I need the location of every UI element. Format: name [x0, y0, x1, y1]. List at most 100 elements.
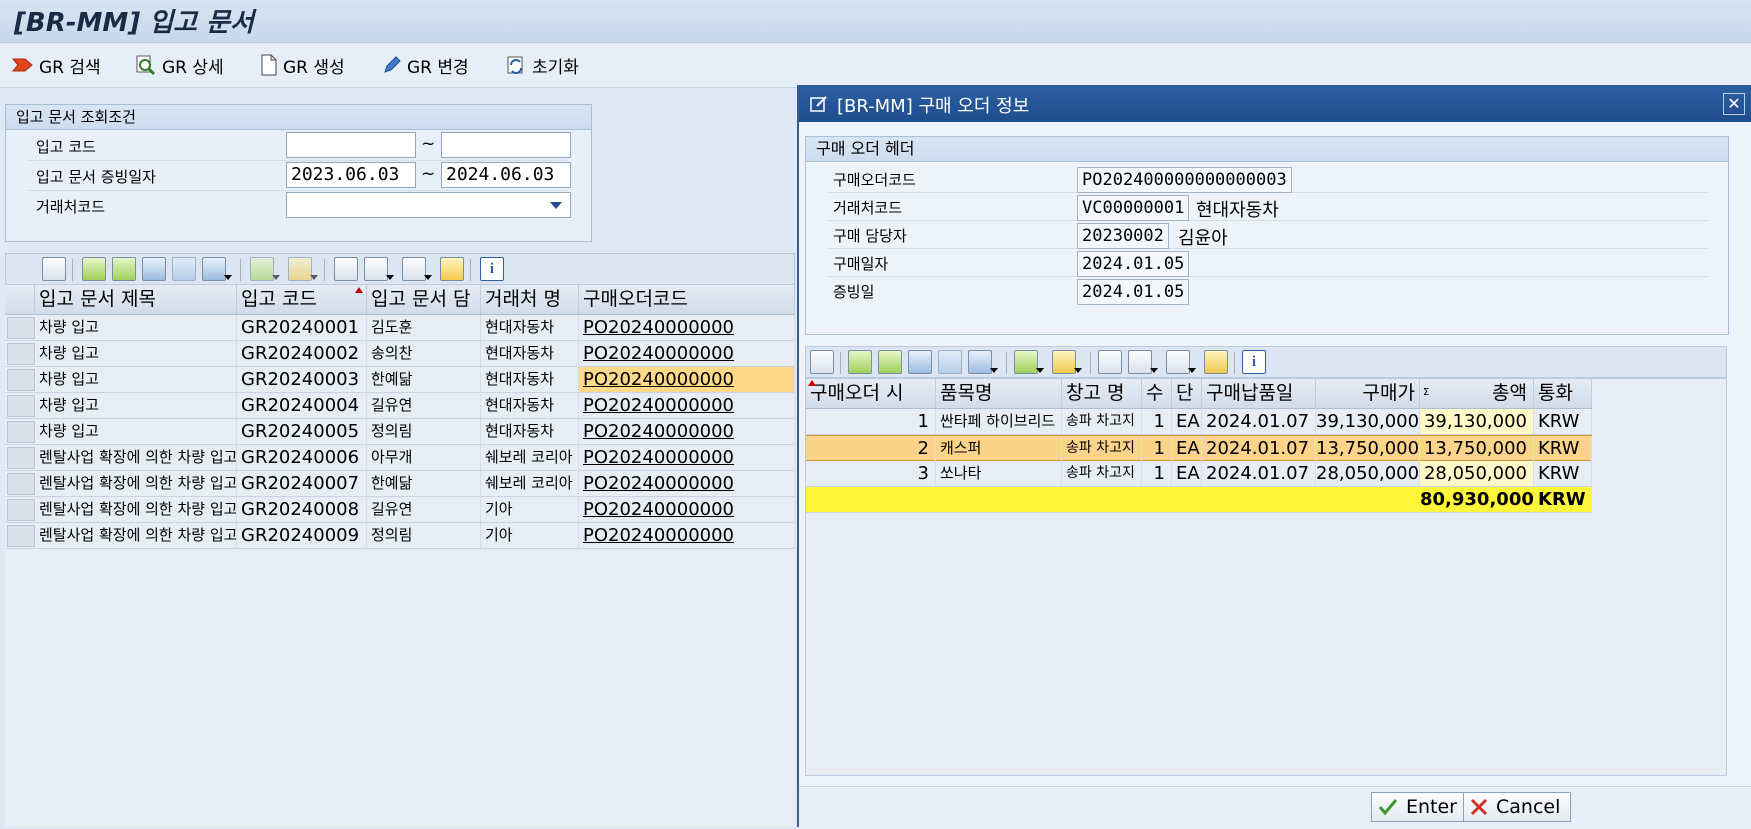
row-selector[interactable] — [7, 421, 35, 443]
column-header[interactable]: 품목명 — [936, 379, 1062, 409]
column-header[interactable]: 구매오더 시 — [806, 379, 936, 409]
sort-descending-icon[interactable] — [878, 350, 902, 374]
purchase-date-row: 구매일자 2024.01.05 — [828, 248, 1708, 277]
po-link[interactable]: PO20240000000 — [579, 367, 795, 392]
po-link[interactable]: PO20240000000 — [579, 315, 795, 340]
code-label: 입고 코드 — [36, 138, 96, 156]
gr-detail-button[interactable]: GR 상세 — [135, 51, 224, 79]
po-link[interactable]: PO20240000000 — [579, 341, 795, 366]
views-icon[interactable] — [1128, 350, 1158, 374]
row-selector[interactable] — [7, 343, 35, 365]
table-row[interactable]: 차량 입고 GR20240003 한예닮 현대자동차 PO20240000000 — [5, 367, 795, 393]
sort-ascending-icon[interactable] — [82, 257, 106, 281]
views-icon[interactable] — [364, 257, 394, 281]
reset-button[interactable]: 초기화 — [505, 51, 579, 79]
gr-create-button[interactable]: GR 생성 — [260, 51, 345, 79]
query-panel-title: 입고 문서 조회조건 — [6, 105, 591, 130]
info-icon[interactable]: i — [480, 257, 504, 281]
details-icon[interactable] — [810, 350, 834, 374]
column-header[interactable]: 단 — [1172, 379, 1202, 409]
po-link[interactable]: PO20240000000 — [579, 471, 795, 496]
close-icon[interactable]: ✕ — [1723, 93, 1745, 115]
table-row[interactable]: 렌탈사업 확장에 의한 차량 입고 GR20240008 길유연 기아 PO20… — [5, 497, 795, 523]
export-icon[interactable] — [1166, 350, 1196, 374]
sort-descending-icon[interactable] — [112, 257, 136, 281]
find-icon[interactable] — [142, 257, 166, 281]
column-header[interactable]: 거래처 명 — [481, 285, 579, 315]
column-header[interactable]: 수 — [1142, 379, 1172, 409]
evidence-date-field: 2024.01.05 — [1077, 279, 1190, 305]
code-to-input[interactable] — [441, 132, 571, 158]
date-to-input[interactable]: 2024.06.03 — [441, 162, 571, 188]
cancel-icon — [1470, 798, 1488, 816]
select-all-cell[interactable] — [5, 285, 35, 315]
cell-title: 차량 입고 — [35, 393, 237, 418]
find-next-icon[interactable] — [938, 350, 962, 374]
cell-title: 차량 입고 — [35, 367, 237, 392]
row-selector[interactable] — [7, 473, 35, 495]
date-from-input[interactable]: 2023.06.03 — [286, 162, 416, 188]
print-icon[interactable] — [334, 257, 358, 281]
subtotal-icon[interactable] — [288, 257, 318, 281]
po-link[interactable]: PO20240000000 — [579, 393, 795, 418]
sort-indicator-icon — [355, 287, 363, 293]
column-header[interactable]: 입고 코드 — [237, 285, 367, 315]
column-header[interactable]: 구매납품일 — [1202, 379, 1316, 409]
info-icon[interactable]: i — [1242, 350, 1266, 374]
export-icon[interactable] — [402, 257, 432, 281]
details-icon[interactable] — [42, 257, 66, 281]
row-selector[interactable] — [7, 317, 35, 339]
dialog-title-bar[interactable]: [BR-MM] 구매 오더 정보 ✕ — [799, 86, 1751, 122]
po-item-row[interactable]: 1 싼타페 하이브리드 송파 차고지 1 EA 2024.01.07 39,13… — [806, 409, 1592, 435]
code-from-input[interactable] — [286, 132, 416, 158]
query-row-vendor: 거래처코드 — [28, 192, 571, 220]
cell-qty: 1 — [1142, 409, 1172, 434]
row-selector[interactable] — [7, 369, 35, 391]
po-link[interactable]: PO20240000000 — [579, 523, 795, 548]
table-row[interactable]: 차량 입고 GR20240001 김도훈 현대자동차 PO20240000000 — [5, 315, 795, 341]
enter-button[interactable]: Enter — [1371, 792, 1468, 822]
row-selector[interactable] — [7, 499, 35, 521]
row-selector[interactable] — [7, 395, 35, 417]
table-row[interactable]: 차량 입고 GR20240005 정의림 현대자동차 PO20240000000 — [5, 419, 795, 445]
chevron-down-icon[interactable] — [549, 201, 563, 210]
print-icon[interactable] — [1098, 350, 1122, 374]
find-icon[interactable] — [908, 350, 932, 374]
find-next-icon[interactable] — [172, 257, 196, 281]
column-header[interactable]: 입고 문서 담 — [367, 285, 481, 315]
po-link[interactable]: PO20240000000 — [579, 445, 795, 470]
table-row[interactable]: 차량 입고 GR20240004 길유연 현대자동차 PO20240000000 — [5, 393, 795, 419]
layout-icon[interactable] — [1204, 350, 1228, 374]
filter-icon[interactable] — [202, 257, 232, 281]
gr-search-button[interactable]: GR 검색 — [12, 51, 101, 79]
table-row[interactable]: 렌탈사업 확장에 의한 차량 입고 GR20240006 아무개 쉐보레 코리아… — [5, 445, 795, 471]
column-header[interactable]: 총액 — [1420, 379, 1534, 409]
column-header[interactable]: 통화 — [1534, 379, 1592, 409]
subtotal-icon[interactable] — [1052, 350, 1082, 374]
cell-owner: 아무개 — [367, 445, 481, 470]
sum-icon[interactable] — [250, 257, 280, 281]
sort-ascending-icon[interactable] — [848, 350, 872, 374]
layout-icon[interactable] — [440, 257, 464, 281]
row-selector[interactable] — [7, 525, 35, 547]
column-header[interactable]: 입고 문서 제목 — [35, 285, 237, 315]
column-header[interactable]: 구매가 — [1316, 379, 1420, 409]
po-item-row[interactable]: 3 쏘나타 송파 차고지 1 EA 2024.01.07 28,050,000 … — [806, 461, 1592, 487]
column-header[interactable]: 구매오더코드 — [579, 285, 795, 315]
filter-icon[interactable] — [968, 350, 998, 374]
sum-icon[interactable] — [1014, 350, 1044, 374]
cancel-button[interactable]: Cancel — [1463, 792, 1572, 822]
po-link[interactable]: PO20240000000 — [579, 497, 795, 522]
gr-change-button[interactable]: GR 변경 — [382, 51, 469, 79]
column-header[interactable]: 창고 명 — [1062, 379, 1142, 409]
buyer-name: 김윤아 — [1178, 228, 1228, 249]
table-row[interactable]: 렌탈사업 확장에 의한 차량 입고 GR20240009 정의림 기아 PO20… — [5, 523, 795, 549]
po-link[interactable]: PO20240000000 — [579, 419, 795, 444]
cell-seq: 2 — [806, 436, 936, 461]
row-selector[interactable] — [7, 447, 35, 469]
table-row[interactable]: 차량 입고 GR20240002 송의찬 현대자동차 PO20240000000 — [5, 341, 795, 367]
vendor-code-dropdown[interactable] — [286, 192, 571, 218]
table-row[interactable]: 렌탈사업 확장에 의한 차량 입고 GR20240007 한예닮 쉐보레 코리아… — [5, 471, 795, 497]
cell-title: 렌탈사업 확장에 의한 차량 입고 — [35, 523, 237, 548]
po-item-row-selected[interactable]: 2 캐스퍼 송파 차고지 1 EA 2024.01.07 13,750,000 … — [806, 435, 1592, 461]
